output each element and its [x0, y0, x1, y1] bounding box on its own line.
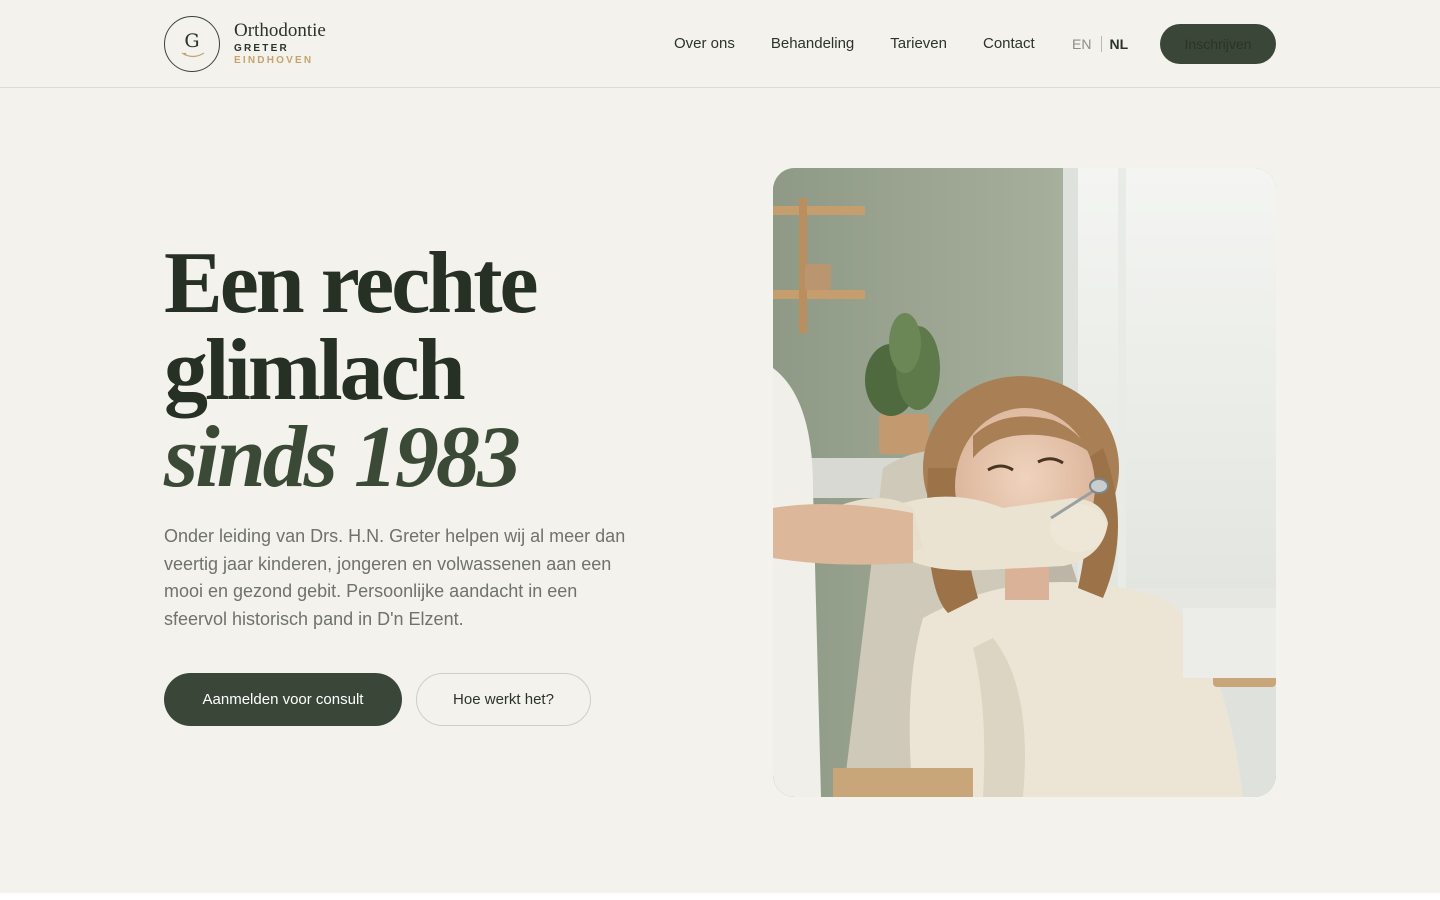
- hero-photo: [773, 168, 1276, 797]
- consult-button[interactable]: Aanmelden voor consult: [164, 673, 402, 726]
- brand-logo[interactable]: G Orthodontie GRETER EINDHOVEN: [164, 16, 326, 72]
- dental-checkup-illustration: [773, 168, 1276, 797]
- logo-location: EINDHOVEN: [234, 55, 314, 66]
- lang-en[interactable]: EN: [1072, 34, 1091, 54]
- logo-text: Orthodontie GRETER EINDHOVEN: [234, 21, 326, 67]
- logo-emblem: G: [164, 16, 220, 72]
- site-header: G Orthodontie GRETER EINDHOVEN Over ons …: [0, 0, 1440, 88]
- how-it-works-button[interactable]: Hoe werkt het?: [416, 673, 591, 726]
- lang-nl[interactable]: NL: [1109, 34, 1128, 54]
- smile-icon: [181, 52, 205, 58]
- main-nav: Over ons Behandeling Tarieven Contact: [674, 34, 1071, 54]
- lang-divider: [1101, 36, 1103, 52]
- language-switcher: EN NL: [1072, 34, 1128, 54]
- section-divider: [0, 893, 1440, 900]
- headline-line-1: Een rechte: [164, 235, 539, 332]
- nav-item-over-ons[interactable]: Over ons: [674, 34, 735, 54]
- nav-item-contact[interactable]: Contact: [983, 34, 1035, 54]
- logo-title: Orthodontie: [234, 20, 326, 41]
- logo-subtitle: GRETER: [234, 43, 289, 54]
- logo-letter: G: [184, 30, 200, 52]
- hero-headline: Een rechte glimlach sinds 1983: [164, 235, 539, 506]
- nav-item-tarieven[interactable]: Tarieven: [890, 34, 947, 54]
- headline-line-2: glimlach: [164, 322, 466, 419]
- nav-item-behandeling[interactable]: Behandeling: [771, 34, 854, 54]
- signup-button[interactable]: Inschrijven: [1160, 24, 1276, 64]
- hero-lead: Onder leiding van Drs. H.N. Greter helpe…: [164, 526, 626, 629]
- headline-line-3: sinds 1983: [164, 409, 521, 506]
